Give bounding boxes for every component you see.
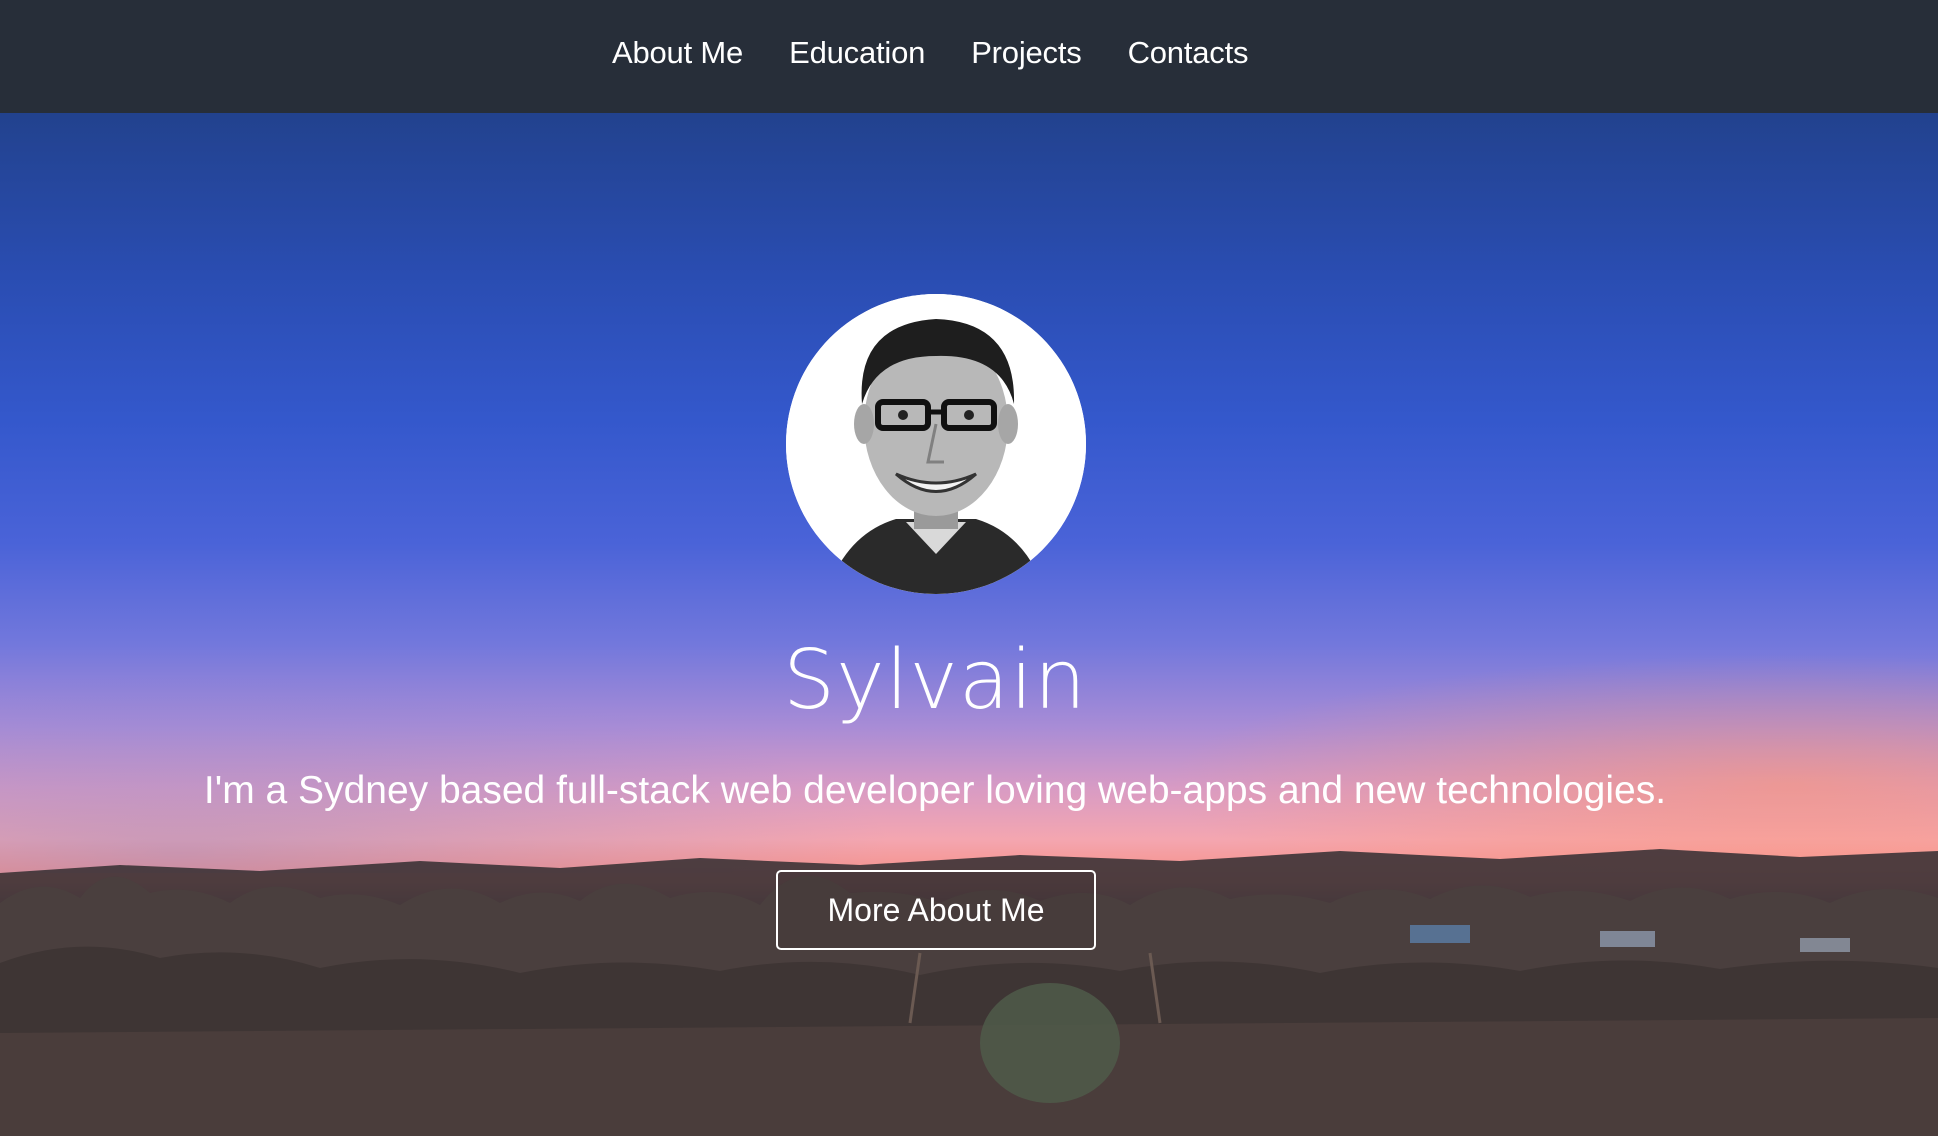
- nav-link-contacts[interactable]: Contacts: [1128, 35, 1249, 71]
- hero-section: Sylvain I'm a Sydney based full-stack we…: [0, 113, 1938, 1136]
- top-navbar: About Me Education Projects Contacts: [0, 0, 1938, 113]
- nav-link-projects[interactable]: Projects: [971, 35, 1082, 71]
- nav-link-about-me[interactable]: About Me: [612, 35, 743, 71]
- profile-name: Sylvain: [783, 633, 1087, 728]
- more-about-me-button[interactable]: More About Me: [776, 870, 1096, 950]
- profile-tagline: I'm a Sydney based full-stack web develo…: [203, 769, 1667, 812]
- profile-avatar: [786, 294, 1086, 594]
- nav-links: About Me Education Projects Contacts: [612, 0, 1249, 106]
- person-portrait-icon: [786, 294, 1086, 594]
- nav-link-education[interactable]: Education: [789, 35, 925, 71]
- landscape-background: [0, 849, 1938, 1136]
